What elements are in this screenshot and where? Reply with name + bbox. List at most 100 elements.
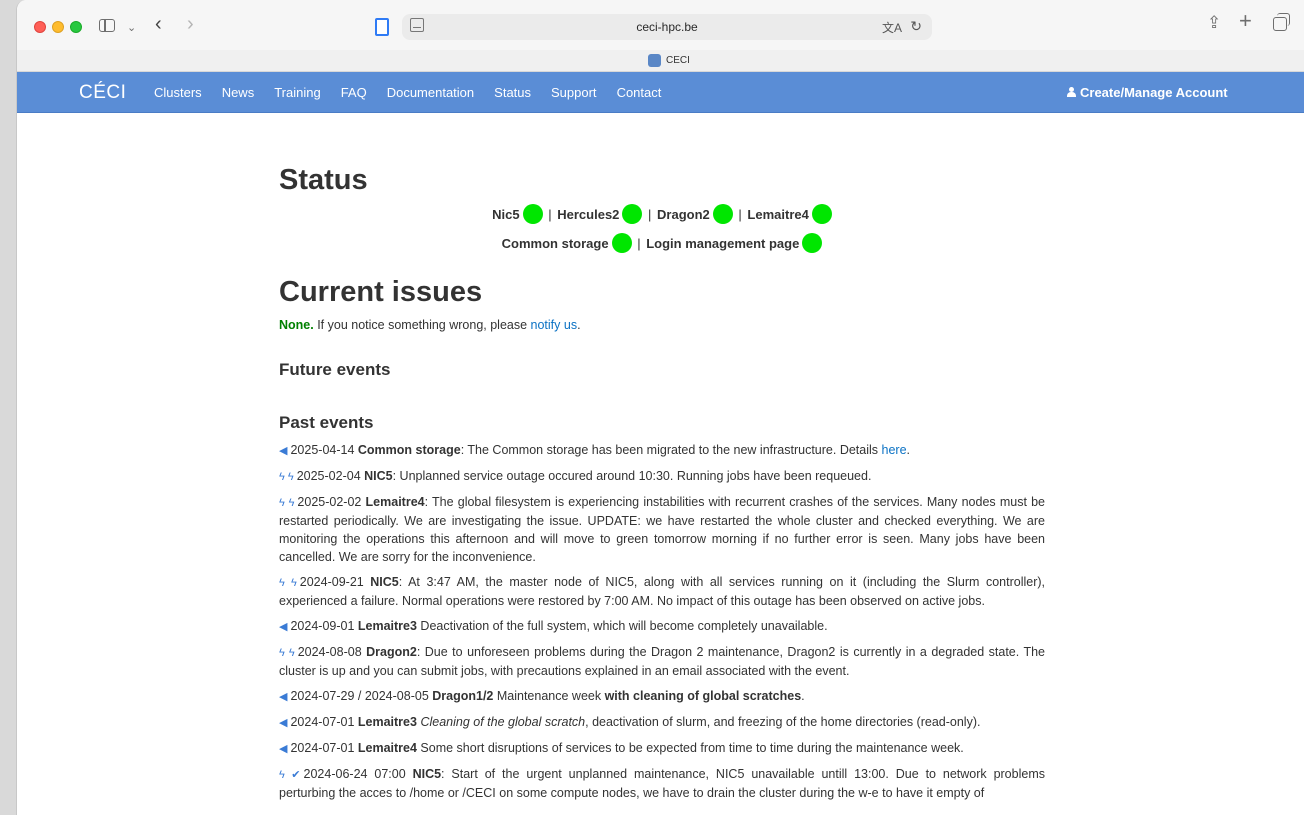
notify-us-link[interactable]: notify us [531,318,578,332]
status-label-login-management: Login management page [646,236,800,251]
current-issues-text: None. If you notice something wrong, ple… [279,316,1045,334]
past-event-item: ϟ ϟ 2025-02-02 Lemaitre4: The global file… [279,493,1045,566]
nav-link-faq[interactable]: FAQ [341,85,367,100]
event-text: Maintenance week [493,689,605,703]
event-date: 2025-04-14 [290,443,358,457]
event-date: 2024-06-24 07:00 [303,767,413,781]
nav-link-status[interactable]: Status [494,85,531,100]
megaphone-icon: ◀ [279,621,288,633]
lightning-icon: ϟ ϟ [279,471,294,483]
event-date: 2025-02-02 [297,495,366,509]
event-details-link[interactable]: here [882,443,907,457]
past-event-item: ◀ 2024-09-01 Lemaitre3 Deactivation of th… [279,617,1045,636]
event-subject: Dragon2 [366,645,417,659]
minimize-window-button[interactable] [52,21,64,33]
past-events-heading: Past events [279,413,374,432]
status-label-nic5: Nic5 [492,207,520,222]
event-subject: Lemaitre3 [357,619,417,633]
status-dot-icon [522,204,543,224]
status-label-hercules2: Hercules2 [557,207,620,222]
event-subject: Dragon1/2 [432,689,494,703]
event-subject: Lemaitre3 [357,715,417,729]
address-bar[interactable]: ceci-hpc.be 文A ↻ [402,14,932,40]
event-subject: NIC5 [370,575,399,589]
forward-arrow-icon[interactable]: › [187,14,194,34]
future-events-heading: Future events [279,360,391,379]
event-subject: NIC5 [412,767,442,781]
status-dot-icon [802,233,823,253]
nav-link-contact[interactable]: Contact [617,85,662,100]
event-subject: Common storage [357,443,461,457]
address-text[interactable]: ceci-hpc.be [402,20,932,34]
nav-link-documentation[interactable]: Documentation [387,85,474,100]
past-event-item: ◀ 2025-04-14 Common storage: The Common s… [279,443,911,457]
event-date: 2024-09-01 [290,619,358,633]
lightning-check-icon: ϟ ✔ [279,769,301,781]
close-window-button[interactable] [34,21,46,33]
event-text: Some short disruptions of services to be… [416,741,964,755]
status-dot-icon [611,233,632,253]
past-event-item: ϟ ϟ 2025-02-04 NIC5: Unplanned service ou… [279,467,1045,486]
event-date: 2024-07-01 [290,741,358,755]
lightning-icon: ϟ ϟ [279,647,295,659]
account-link[interactable]: Create/Manage Account [1067,85,1228,100]
event-date: 2024-07-01 [290,715,358,729]
chevron-down-icon[interactable]: ⌄ [127,20,136,36]
event-text: : The Common storage has been migrated t… [460,443,882,457]
none-label: None. [279,318,314,332]
nav-link-support[interactable]: Support [551,85,597,100]
status-heading: Status [279,164,368,196]
nav-link-clusters[interactable]: Clusters [154,85,202,100]
event-text: , deactivation of slurm, and freezing of… [585,715,981,729]
status-dot-icon [622,204,643,224]
event-date: 2024-09-21 [299,575,371,589]
tab-title[interactable]: CECI [666,55,690,66]
status-row-services: Common storage | Login management page [279,233,1045,255]
status-label-dragon2: Dragon2 [657,207,710,222]
status-dot-icon [811,204,832,224]
zoom-window-button[interactable] [70,21,82,33]
nav-link-news[interactable]: News [222,85,255,100]
user-icon [1067,87,1076,97]
event-bold-text: with cleaning of global scratches [604,689,802,703]
event-date: 2024-07-29 / 2024-08-05 [290,689,433,703]
megaphone-icon: ◀ [279,691,288,703]
lightning-icon: ϟ ϟ [279,497,295,509]
event-subject: Lemaitre4 [357,741,417,755]
past-event-item: ϟ ϟ 2024-08-08 Dragon2: Due to unforeseen… [279,643,1045,680]
past-event-item: ϟ ✔ 2024-06-24 07:00 NIC5: Start of the u… [279,765,1045,802]
status-label-lemaitre4: Lemaitre4 [747,207,809,222]
status-row-clusters: Nic5 | Hercules2 | Dragon2 | Lemaitre4 [279,204,1045,226]
event-date: 2025-02-04 [296,469,365,483]
nav-link-training[interactable]: Training [274,85,320,100]
current-issues-heading: Current issues [279,276,483,308]
past-event-item: ϟ ϟ 2024-09-21 NIC5: At 3:47 AM, the mast… [279,573,1045,610]
nav-links: Clusters News Training FAQ Documentation… [144,72,671,113]
megaphone-icon: ◀ [279,717,288,729]
page-document-icon[interactable] [375,18,389,36]
reload-icon[interactable]: ↻ [910,18,922,35]
browser-toolbar: ⌄ ‹ › ceci-hpc.be 文A ↻ ⇪ + [17,0,1304,50]
favicon-icon [648,54,661,67]
lightning-icon: ϟ ϟ [279,577,297,589]
past-event-item: ◀ 2024-07-01 Lemaitre4 Some short disrupt… [279,739,1045,758]
event-date: 2024-08-08 [297,645,367,659]
event-subject: NIC5 [364,469,393,483]
share-icon[interactable]: ⇪ [1207,14,1221,31]
translate-icon[interactable]: 文A [882,19,902,36]
site-navbar: CÉCI Clusters News Training FAQ Document… [17,72,1304,113]
tab-overview-icon[interactable] [1273,13,1290,31]
status-label-common-storage: Common storage [501,236,609,251]
megaphone-icon: ◀ [279,743,288,755]
new-tab-icon[interactable]: + [1239,10,1252,32]
past-events-list: ◀ 2025-04-14 Common storage: The Common s… [279,441,1045,802]
account-label: Create/Manage Account [1080,85,1228,100]
event-text: : Unplanned service outage occured aroun… [392,469,872,483]
back-arrow-icon[interactable]: ‹ [155,14,162,34]
event-text: Deactivation of the full system, which w… [416,619,828,633]
past-event-item: ◀ 2024-07-01 Lemaitre3 Cleaning of the gl… [279,713,1045,732]
event-subject: Lemaitre4 [365,495,425,509]
sidebar-toggle-icon[interactable] [99,19,115,32]
site-brand[interactable]: CÉCI [79,82,126,104]
main-content: Status Nic5 | Hercules2 | Dragon2 | Lema… [279,113,1045,809]
